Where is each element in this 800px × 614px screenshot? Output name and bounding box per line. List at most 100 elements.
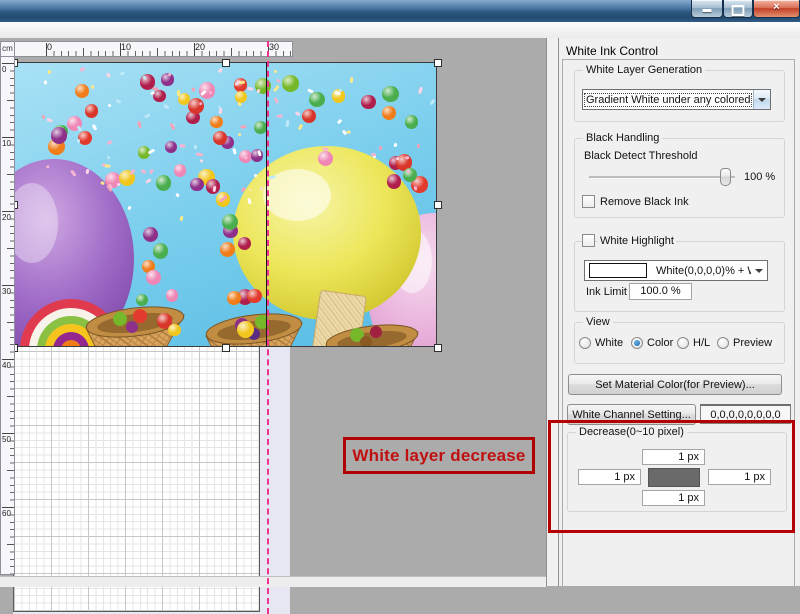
candy-dot [387, 174, 402, 189]
threshold-slider-track[interactable] [589, 176, 735, 179]
sprinkle-speck [107, 156, 110, 159]
candy-dot [166, 289, 178, 301]
sprinkle-speck [417, 144, 420, 148]
sprinkle-speck [180, 144, 186, 148]
annotation-white-layer-decrease: White layer decrease [343, 437, 535, 474]
dropdown-arrow-button[interactable] [751, 261, 767, 280]
selection-handle[interactable] [222, 344, 230, 352]
toolbar [0, 22, 800, 39]
ruler-unit-label: cm [0, 41, 15, 57]
candy-dot [143, 227, 158, 242]
annotation-text: White layer decrease [352, 446, 525, 466]
chevron-down-icon [755, 269, 763, 273]
sprinkle-speck [322, 147, 328, 151]
ruler-label: 0 [2, 65, 14, 74]
view-radio-preview[interactable]: Preview [717, 337, 772, 349]
annotation-highlight-rect [548, 420, 795, 533]
view-radio-hl[interactable]: H/L [677, 337, 710, 349]
ruler-label: 20 [2, 213, 14, 222]
ruler-label: 0 [47, 42, 52, 53]
ruler-label: 20 [195, 42, 205, 53]
candy-dot [282, 75, 299, 92]
candy-dot [146, 270, 161, 285]
ruler-label: 50 [2, 435, 14, 444]
sprinkle-speck [116, 182, 119, 185]
dropdown-arrow-button[interactable] [753, 90, 770, 109]
sprinkle-speck [196, 152, 203, 156]
close-icon: × [754, 1, 799, 13]
panel-title: White Ink Control [566, 44, 658, 58]
sprinkle-speck [85, 168, 89, 173]
candy-dot [199, 82, 215, 98]
candy-dot [222, 214, 238, 230]
remove-black-ink-label: Remove Black Ink [600, 196, 689, 208]
candy-dot [188, 98, 204, 114]
view-radio-white[interactable]: White [579, 337, 623, 349]
selection-handle[interactable] [434, 344, 442, 352]
dropdown-value: Gradient White under any colored pixel [583, 92, 753, 108]
candy-dot [153, 243, 168, 258]
ruler-label: 40 [2, 361, 14, 370]
candy-dot [136, 294, 148, 306]
radio-label: H/L [693, 337, 710, 349]
sprinkle-speck [212, 185, 216, 191]
white-highlight-dropdown[interactable]: White(0,0,0,0)% + White [584, 260, 768, 281]
ruler-label: 10 [2, 139, 14, 148]
sprinkle-speck [116, 99, 122, 103]
sprinkle-speck [167, 72, 171, 76]
sprinkle-speck [406, 156, 410, 159]
maximize-button[interactable] [723, 0, 753, 18]
maximize-icon [732, 5, 745, 16]
group-title: Black Handling [583, 132, 662, 144]
white-color-swatch [589, 263, 647, 278]
dropdown-value: White(0,0,0,0)% + White [653, 263, 751, 279]
canvas-workspace[interactable]: 0102030 010203040506070 cm White layer d… [0, 38, 546, 586]
button-label: White Channel Setting... [572, 409, 691, 421]
chevron-down-icon [758, 98, 766, 102]
titlebar: × [0, 0, 800, 23]
ruler-label: 60 [2, 509, 14, 518]
candy-dot [190, 178, 203, 191]
candy-dot [318, 151, 333, 166]
candy-dot [361, 95, 376, 110]
radio-icon [579, 337, 591, 349]
candy-dot [382, 86, 398, 102]
black-detect-threshold-label: Black Detect Threshold [584, 150, 698, 162]
candy-dot [153, 90, 166, 103]
selection-handle[interactable] [434, 201, 442, 209]
placed-image[interactable] [13, 62, 437, 347]
sprinkle-speck [177, 90, 180, 96]
selection-handle[interactable] [222, 59, 230, 67]
candy-dot [227, 291, 241, 305]
window-controls: × [691, 0, 800, 18]
radio-label: Color [647, 337, 673, 349]
vertical-ruler: 010203040506070 [0, 55, 15, 575]
minimize-button[interactable] [691, 0, 723, 18]
horizontal-ruler: 0102030 [13, 41, 293, 57]
sprinkle-speck [194, 145, 197, 149]
view-radio-color[interactable]: Color [631, 337, 673, 349]
set-material-color-button[interactable]: Set Material Color(for Preview)... [568, 374, 782, 395]
white-highlight-checkbox[interactable] [582, 234, 595, 247]
sprinkle-speck [47, 70, 50, 74]
candy-dot [238, 237, 251, 250]
threshold-slider-thumb[interactable] [720, 168, 731, 186]
button-label: Set Material Color(for Preview)... [595, 379, 755, 391]
candy-dot [237, 321, 254, 338]
selection-handle[interactable] [434, 59, 442, 67]
sprinkle-speck [406, 169, 410, 174]
horizontal-scrollbar[interactable] [0, 576, 546, 587]
candy-dot [309, 92, 324, 107]
candy-dot [168, 324, 181, 337]
threshold-value: 100 % [744, 171, 775, 183]
page-margin-guide [267, 41, 269, 614]
white-layer-generation-dropdown[interactable]: Gradient White under any colored pixel [582, 89, 771, 110]
placed-image-selection[interactable] [13, 62, 437, 347]
remove-black-ink-checkbox[interactable] [582, 195, 595, 208]
candy-dot [156, 175, 171, 190]
candy-dot [85, 104, 98, 117]
ruler-label: 30 [269, 42, 279, 53]
candy-dot [405, 115, 418, 128]
ink-limit-field[interactable]: 100.0 % [629, 283, 692, 300]
close-button[interactable]: × [753, 0, 800, 18]
